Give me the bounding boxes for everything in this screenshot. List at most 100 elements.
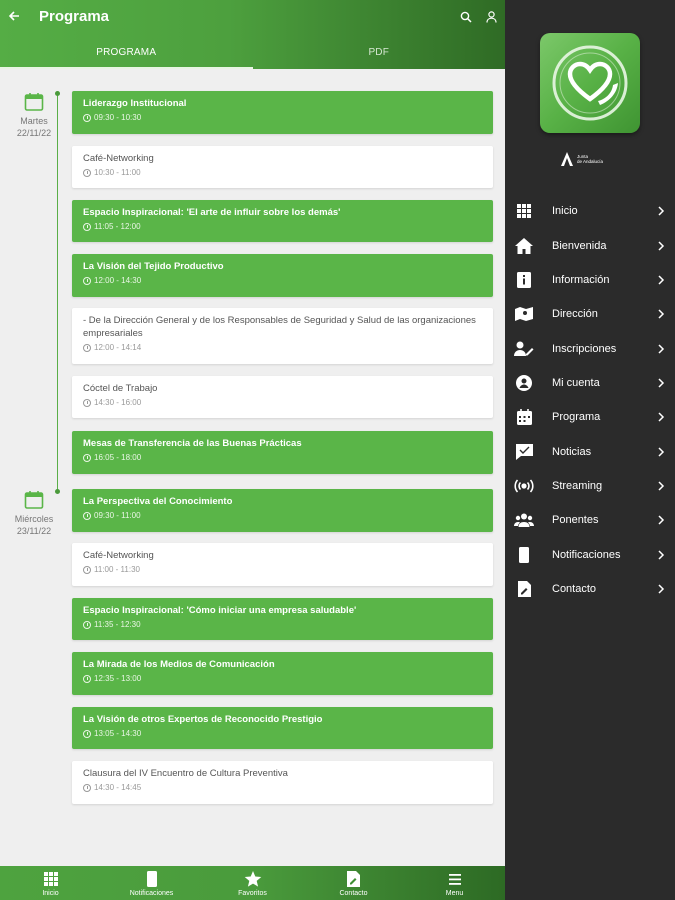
phone-icon <box>514 545 534 565</box>
event-title: La Mirada de los Medios de Comunicación <box>83 659 275 670</box>
star-icon <box>244 870 262 888</box>
event-card[interactable]: Cóctel de Trabajo 14:30 - 16:00 <box>72 376 493 418</box>
drawer-item-programa[interactable]: Programa <box>505 400 675 434</box>
drawer-item-mi-cuenta[interactable]: Mi cuenta <box>505 366 675 400</box>
tab-pdf[interactable]: PDF <box>253 38 506 69</box>
event-card[interactable]: Clausura del IV Encuentro de Cultura Pre… <box>72 761 493 804</box>
app-pane: Programa PROGRAMA PDF Martes 22/11/22 Mi… <box>0 0 505 900</box>
tab-bar: PROGRAMA PDF <box>0 38 505 69</box>
calendar-icon <box>24 491 44 509</box>
event-card[interactable]: Espacio Inspiracional: 'El arte de influ… <box>72 200 493 242</box>
calendar-icon <box>24 93 44 111</box>
edit-icon <box>347 870 360 888</box>
clock-icon <box>83 729 91 738</box>
bottom-nav-inicio[interactable]: Inicio <box>0 866 101 900</box>
event-card[interactable]: Liderazgo Institucional 09:30 - 10:30 <box>72 91 493 134</box>
chevron-right-icon <box>658 412 665 422</box>
event-time: 12:00 - 14:30 <box>94 276 142 285</box>
drawer-item-informacion[interactable]: Información <box>505 263 675 297</box>
event-time: 16:05 - 18:00 <box>94 453 142 462</box>
drawer-item-bienvenida[interactable]: Bienvenida <box>505 229 675 263</box>
event-time: 12:35 - 13:00 <box>94 674 142 683</box>
drawer-item-label: Noticias <box>552 446 592 458</box>
bottom-nav-label: Inicio <box>42 890 59 897</box>
app-logo <box>540 33 640 133</box>
people-icon <box>514 510 534 530</box>
event-title: Espacio Inspiracional: 'Cómo iniciar una… <box>83 605 357 616</box>
bottom-nav-notificaciones[interactable]: Notificaciones <box>101 866 202 900</box>
menu-icon <box>448 870 461 888</box>
event-card[interactable]: Espacio Inspiracional: 'Cómo iniciar una… <box>72 598 493 640</box>
map-icon <box>514 304 534 324</box>
phone-icon <box>146 870 157 888</box>
drawer-item-label: Notificaciones <box>552 549 621 561</box>
user-icon[interactable] <box>486 10 500 26</box>
event-title: Café-Networking <box>83 153 154 164</box>
chevron-right-icon <box>658 206 665 216</box>
clock-icon <box>83 453 91 462</box>
drawer-item-noticias[interactable]: Noticias <box>505 435 675 469</box>
tab-programa[interactable]: PROGRAMA <box>0 38 253 69</box>
grid-icon <box>43 870 58 888</box>
bottom-nav-contacto[interactable]: Contacto <box>303 866 404 900</box>
chat-icon <box>514 442 534 462</box>
event-card[interactable]: La Perspectiva del Conocimiento 09:30 - … <box>72 489 493 532</box>
event-title: Cóctel de Trabajo <box>83 383 158 394</box>
drawer-item-streaming[interactable]: Streaming <box>505 469 675 503</box>
clock-icon <box>83 222 91 231</box>
bottom-nav-menu[interactable]: Menu <box>404 866 505 900</box>
clock-icon <box>83 783 91 792</box>
day-date: 22/11/22 <box>16 128 52 138</box>
event-card[interactable]: La Visión del Tejido Productivo 12:00 - … <box>72 254 493 297</box>
event-time: 14:30 - 16:00 <box>94 398 142 407</box>
event-card[interactable]: Mesas de Transferencia de las Buenas Prá… <box>72 431 493 474</box>
drawer-item-inicio[interactable]: Inicio <box>505 194 675 228</box>
drawer-item-inscripciones[interactable]: Inscripciones <box>505 332 675 366</box>
drawer-item-label: Contacto <box>552 583 597 595</box>
event-title: Liderazgo Institucional <box>83 98 187 109</box>
drawer-item-label: Streaming <box>552 480 603 492</box>
event-time: 11:35 - 12:30 <box>94 620 141 629</box>
edit-icon <box>514 579 534 599</box>
arrow-left-icon[interactable] <box>8 9 22 27</box>
home-icon <box>514 236 534 256</box>
drawer-item-label: Programa <box>552 411 601 423</box>
event-title: La Visión del Tejido Productivo <box>83 261 224 272</box>
bottom-nav-label: Notificaciones <box>129 890 174 897</box>
drawer-item-notificaciones[interactable]: Notificaciones <box>505 538 675 572</box>
clock-icon <box>83 674 91 683</box>
info-icon <box>514 270 534 290</box>
bottom-nav-label: Favoritos <box>238 890 267 897</box>
event-card[interactable]: Café-Networking 10:30 - 11:00 <box>72 146 493 188</box>
event-card[interactable]: Café-Networking 11:00 - 11:30 <box>72 543 493 586</box>
drawer-item-contacto[interactable]: Contacto <box>505 572 675 606</box>
clock-icon <box>83 398 91 407</box>
chevron-right-icon <box>658 584 665 594</box>
event-title: Mesas de Transferencia de las Buenas Prá… <box>83 438 302 449</box>
day-marker-martes: Martes 22/11/22 <box>14 92 54 139</box>
clock-icon <box>83 168 91 177</box>
event-title: Café-Networking <box>83 550 154 561</box>
event-card[interactable]: - De la Dirección General y de los Respo… <box>72 308 493 364</box>
clock-icon <box>83 113 91 122</box>
drawer-item-direccion[interactable]: Dirección <box>505 297 675 331</box>
drawer-item-label: Bienvenida <box>552 240 607 252</box>
event-time: 12:00 - 14:14 <box>94 343 142 352</box>
drawer-item-label: Información <box>552 274 610 286</box>
chevron-right-icon <box>658 378 665 388</box>
bottom-navigation: Inicio Notificaciones Favoritos Contacto… <box>0 866 505 900</box>
drawer-item-ponentes[interactable]: Ponentes <box>505 503 675 537</box>
event-card[interactable]: La Visión de otros Expertos de Reconocid… <box>72 707 493 749</box>
event-time: 14:30 - 14:45 <box>94 783 142 792</box>
event-card[interactable]: La Mirada de los Medios de Comunicación … <box>72 652 493 695</box>
event-time: 11:00 - 11:30 <box>94 565 140 574</box>
search-icon[interactable] <box>460 10 474 26</box>
day-marker-miercoles: Miércoles 23/11/22 <box>14 490 54 537</box>
bottom-nav-favoritos[interactable]: Favoritos <box>202 866 303 900</box>
timeline-dot <box>55 91 60 96</box>
grid-icon <box>514 201 534 221</box>
chevron-right-icon <box>658 309 665 319</box>
chevron-right-icon <box>658 241 665 251</box>
event-time: 10:30 - 11:00 <box>94 168 141 177</box>
day-date: 23/11/22 <box>16 526 52 536</box>
